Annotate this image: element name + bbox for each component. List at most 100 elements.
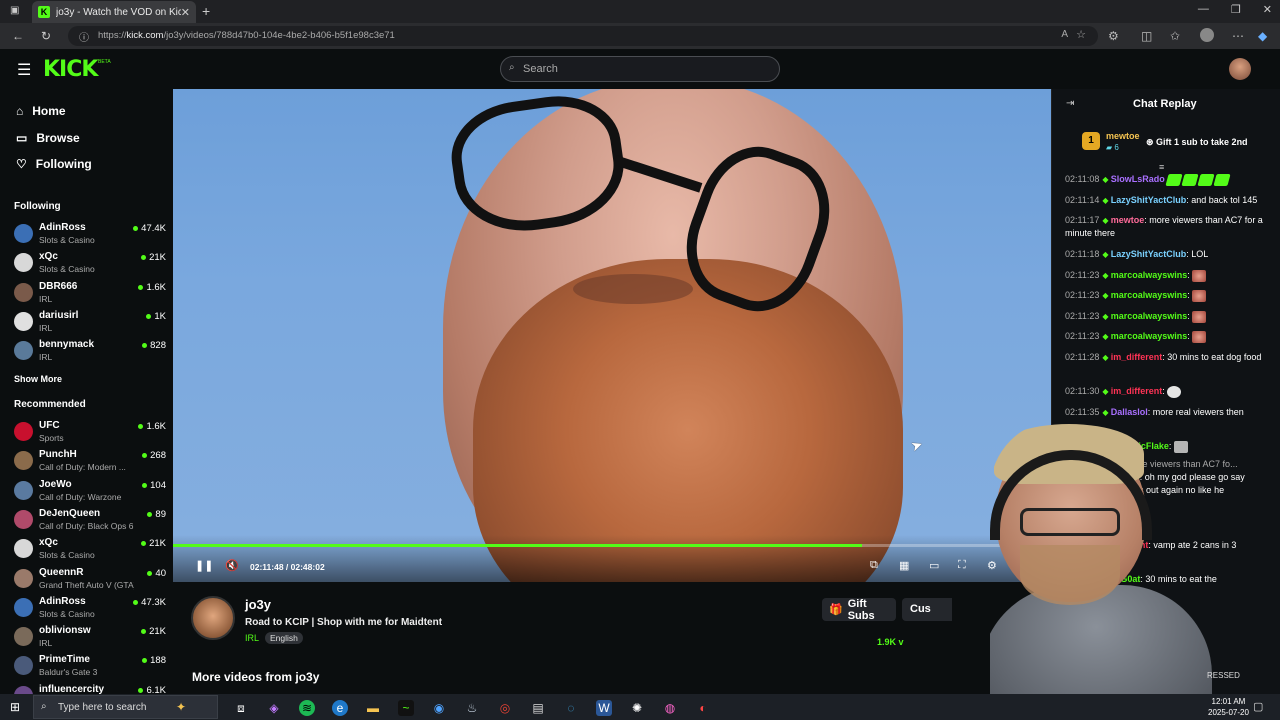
collapse-chat-icon[interactable]: ⇥ [1066, 98, 1074, 109]
mute-icon[interactable]: 🔇 [225, 559, 239, 572]
calculator-icon[interactable]: ▤ [530, 700, 546, 716]
site-info-icon[interactable]: ⓘ [79, 29, 89, 44]
chat-username[interactable]: marcoalwayswins [1111, 290, 1188, 300]
read-aloud-icon[interactable]: A [1061, 29, 1068, 40]
app-icon-blue[interactable]: ◉ [431, 700, 447, 716]
chat-username[interactable]: marcoalwayswins [1111, 331, 1188, 341]
kick-logo[interactable]: KICK [43, 57, 98, 82]
copilot-icon[interactable]: ◆ [1258, 29, 1267, 43]
chat-username[interactable]: marcoalwayswins [1111, 311, 1188, 321]
filter-icon[interactable]: ≡ [1159, 162, 1164, 172]
progress-bar[interactable] [173, 544, 1051, 547]
browser-tab[interactable]: K jo3y - Watch the VOD on Kick ✕ [32, 1, 196, 23]
channel-name[interactable]: jo3y [245, 597, 271, 612]
favorites-icon[interactable]: ✩ [1170, 29, 1180, 43]
sidebar-toggle-icon[interactable]: ▣ [10, 5, 19, 16]
reload-icon[interactable]: ↻ [41, 29, 51, 43]
recommended-channel-item[interactable]: PrimeTime Baldur's Gate 3 188 [14, 652, 166, 680]
chat-username[interactable]: Dallaslol [1111, 407, 1148, 417]
chat-username[interactable]: SlowLsRado [1111, 174, 1165, 184]
system-clock[interactable]: 12:01 AM 2025-07-20 [1208, 696, 1249, 718]
recommended-channel-item[interactable]: DeJenQueen Call of Duty: Black Ops 6 89 [14, 506, 166, 534]
video-player[interactable]: ❚❚ 🔇 02:11:48 / 02:48:02 ⧉ ▦ ▭ ⛶ ⚙ ➤ [173, 89, 1051, 582]
customize-button[interactable]: Cus [902, 598, 952, 621]
profile-icon[interactable] [1200, 28, 1214, 42]
pause-icon[interactable]: ❚❚ [195, 559, 213, 572]
clip-icon[interactable]: ▦ [899, 559, 909, 572]
chat-username[interactable]: marcoalwayswins [1111, 270, 1188, 280]
spotify-icon[interactable]: ≋ [299, 700, 315, 716]
nav-browse[interactable]: ▭ Browse [16, 131, 80, 145]
file-explorer-icon[interactable]: ▬ [365, 700, 381, 716]
gift-leaderboard[interactable]: 1 mewtoe ▰ 6 ⊛ Gift 1 sub to take 2nd [1082, 130, 1272, 156]
hamburger-menu-icon[interactable]: ☰ [17, 60, 31, 80]
following-channel-item[interactable]: AdinRoss Slots & Casino 47.4K [14, 220, 166, 248]
obs-icon[interactable]: ◐ [695, 700, 711, 716]
notification-icon[interactable]: ▢ [1253, 700, 1263, 713]
show-more-link[interactable]: Show More [14, 374, 62, 384]
extensions-icon[interactable]: ⚙ [1108, 29, 1119, 43]
chrome-icon[interactable]: ◎ [497, 700, 513, 716]
steam-icon[interactable]: ♨ [464, 700, 480, 716]
recommended-channel-item[interactable]: UFC Sports 1.6K [14, 418, 166, 446]
favorite-star-icon[interactable]: ☆ [1076, 28, 1086, 41]
back-icon[interactable]: ← [12, 29, 24, 43]
nav-label: Following [35, 157, 92, 171]
language-tag[interactable]: English [265, 632, 303, 644]
verified-badge-icon: ◆ [1102, 387, 1111, 396]
edge-icon[interactable]: e [332, 700, 348, 716]
chat-message: 02:11:17 ◆ mewtoe: more viewers than AC7 … [1065, 214, 1269, 240]
search-placeholder: Search [523, 63, 558, 75]
split-screen-icon[interactable]: ◫ [1141, 29, 1152, 43]
terminal-icon[interactable]: ~ [398, 700, 414, 716]
chat-username[interactable]: im_different [1111, 352, 1163, 362]
more-menu-icon[interactable]: ⋯ [1232, 29, 1244, 43]
task-view-icon[interactable]: ⧈ [233, 700, 249, 716]
edge-beta-icon[interactable]: ◌ [563, 700, 579, 716]
following-channel-item[interactable]: dariusirl IRL 1K [14, 308, 166, 336]
nav-home[interactable]: ⌂ Home [16, 104, 66, 118]
taskbar-search-input[interactable]: ⌕ Type here to search ✦ [33, 695, 218, 719]
chatgpt-icon[interactable]: ✺ [629, 700, 645, 716]
chat-username[interactable]: LazyShitYactClub [1111, 249, 1187, 259]
search-icon: ⌕ [509, 62, 515, 73]
recommended-channel-item[interactable]: JoeWo Call of Duty: Warzone 104 [14, 477, 166, 505]
recommended-channel-item[interactable]: xQc Slots & Casino 21K [14, 535, 166, 563]
recommended-channel-item[interactable]: QueennR Grand Theft Auto V (GTA) 40 [14, 565, 166, 593]
channel-avatar[interactable] [191, 596, 235, 640]
word-icon[interactable]: W [596, 700, 612, 716]
theater-mode-icon[interactable]: ▭ [929, 559, 939, 572]
url-field[interactable]: ⓘ https://kick.com/jo3y/videos/788d47b0-… [68, 26, 1098, 46]
emote-icon [1165, 173, 1183, 186]
following-channel-item[interactable]: DBR666 IRL 1.6K [14, 279, 166, 307]
chat-username[interactable]: im_different [1111, 386, 1163, 396]
chat-username[interactable]: LazyShitYactClub [1111, 195, 1187, 205]
maximize-icon[interactable]: ❐ [1231, 3, 1241, 16]
pip-icon[interactable]: ⧉ [870, 559, 878, 572]
recommended-channel-item[interactable]: oblivionsw IRL 21K [14, 623, 166, 651]
chat-timestamp: 02:11:35 [1065, 407, 1100, 417]
nav-following[interactable]: ♡ Following [16, 157, 92, 171]
gift-subs-button[interactable]: 🎁 Gift Subs [822, 598, 896, 622]
new-tab-icon[interactable]: + [202, 3, 210, 19]
copilot-app-icon[interactable]: ◈ [266, 700, 282, 716]
chat-username[interactable]: mewtoe [1111, 215, 1145, 225]
search-input[interactable]: ⌕ Search [500, 56, 780, 82]
channel-avatar [14, 509, 33, 529]
minimize-icon[interactable]: — [1198, 3, 1209, 16]
app-icon-pink[interactable]: ◍ [662, 700, 678, 716]
chat-timestamp: 02:11:14 [1065, 195, 1100, 205]
recommended-channel-item[interactable]: influencercity 6.1K [14, 682, 166, 694]
category-link[interactable]: IRL [245, 633, 259, 643]
gift-prompt[interactable]: ⊛ Gift 1 sub to take 2nd [1146, 137, 1248, 148]
chat-text: : [1187, 331, 1190, 341]
following-channel-item[interactable]: xQc Slots & Casino 21K [14, 249, 166, 277]
recommended-channel-item[interactable]: AdinRoss Slots & Casino 47.3K [14, 594, 166, 622]
fullscreen-icon[interactable]: ⛶ [958, 559, 966, 572]
user-avatar[interactable] [1229, 58, 1251, 80]
following-channel-item[interactable]: bennymack IRL 828 [14, 337, 166, 365]
recommended-channel-item[interactable]: PunchH Call of Duty: Modern ... 268 [14, 447, 166, 475]
tab-close-icon[interactable]: ✕ [181, 6, 190, 19]
windows-start-icon[interactable]: ⊞ [10, 700, 20, 714]
close-window-icon[interactable]: ✕ [1263, 3, 1272, 16]
